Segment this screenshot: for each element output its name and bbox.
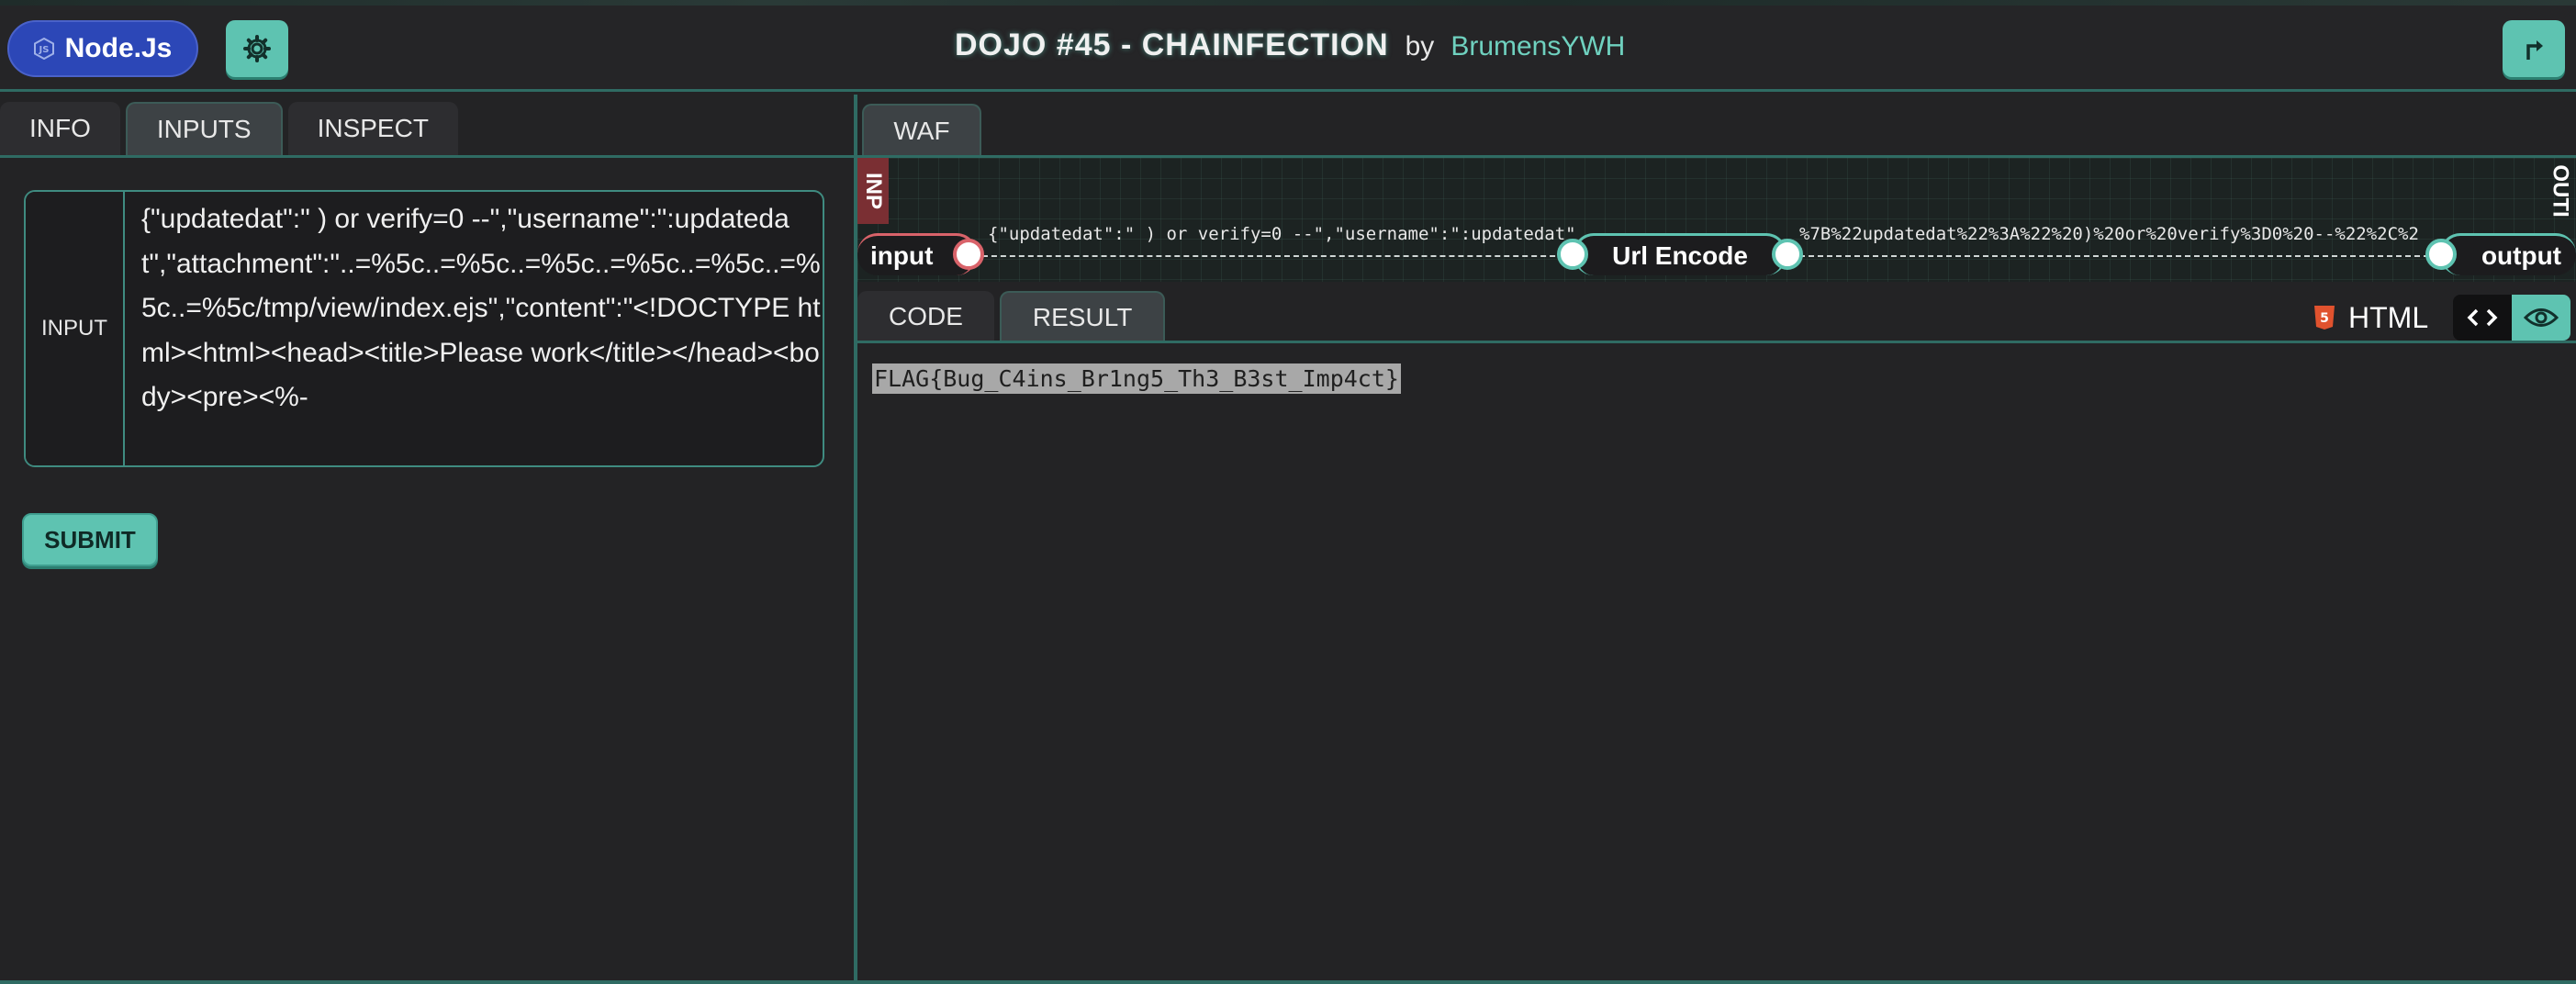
tab-inputs[interactable]: INPUTS: [125, 102, 283, 155]
tab-waf-label: WAF: [893, 117, 950, 145]
result-preview: FLAG{Bug_C4ins_Br1ng5_Th3_B3st_Imp4ct}: [857, 343, 2576, 984]
code-brackets-icon: [2467, 308, 2498, 327]
tab-waf[interactable]: WAF: [862, 104, 981, 157]
challenge-name: DOJO #45 - CHAINFECTION: [955, 28, 1389, 62]
tab-inputs-label: INPUTS: [156, 115, 252, 143]
graph-output-side-label: OUTI: [2548, 164, 2574, 218]
top-bar: JS Node.Js DOJO #45 - CHAINFECTION by Br…: [0, 0, 2576, 92]
top-accent-strip: [0, 0, 2576, 6]
graph-output-marker: OUTI: [2545, 158, 2576, 224]
tabs-divider: [0, 155, 854, 158]
submit-button[interactable]: SUBMIT: [22, 513, 158, 566]
input-out-port[interactable]: [953, 239, 984, 270]
tab-inspect[interactable]: INSPECT: [287, 102, 458, 155]
node-input-label: input: [870, 240, 934, 270]
tab-code-label: CODE: [889, 302, 963, 330]
format-indicator: 5 HTML: [2313, 295, 2428, 341]
svg-text:JS: JS: [38, 45, 49, 55]
format-label: HTML: [2348, 300, 2429, 334]
settings-button[interactable]: [226, 20, 288, 77]
node-url-encode-label: Url Encode: [1612, 240, 1748, 270]
node-output[interactable]: output: [2440, 233, 2576, 275]
view-source-toggle[interactable]: [2453, 295, 2512, 341]
author-link[interactable]: BrumensYWH: [1450, 31, 1625, 62]
runtime-badge[interactable]: JS Node.Js: [7, 20, 198, 77]
edge-input-value: {"updatedat":" ) or verify=0 --","userna…: [988, 224, 1575, 244]
html5-icon: 5: [2314, 306, 2335, 330]
share-arrow-icon: [2526, 40, 2543, 60]
waf-pipeline-graph[interactable]: INP OUTI {"updatedat":" ) or verify=0 --…: [857, 158, 2576, 282]
tab-result[interactable]: RESULT: [999, 291, 1166, 342]
left-tabs: INFO INPUTS INSPECT: [0, 102, 458, 159]
view-preview-toggle[interactable]: [2512, 295, 2570, 341]
runtime-label: Node.Js: [64, 33, 173, 63]
node-output-label: output: [2481, 240, 2561, 270]
challenge-title: DOJO #45 - CHAINFECTION by BrumensYWH: [955, 28, 1625, 68]
input-field-group: INPUT {"updatedat":" ) or verify=0 --","…: [24, 190, 824, 467]
eye-icon: [2524, 308, 2559, 327]
tab-inspect-label: INSPECT: [317, 114, 429, 142]
tab-info[interactable]: INFO: [0, 102, 120, 155]
edge-input-to-encode: [973, 255, 1583, 257]
right-panel: WAF INP OUTI {"updatedat":" ) or verify=…: [857, 95, 2576, 984]
graph-input-side-label: INP: [861, 172, 887, 210]
node-url-encode[interactable]: Url Encode: [1574, 233, 1786, 275]
bottom-border: [0, 980, 2576, 984]
edge-encode-to-output: [1781, 255, 2457, 257]
byline-prefix: by: [1405, 31, 1435, 62]
gear-icon: [243, 35, 271, 62]
tab-info-label: INFO: [29, 114, 91, 142]
output-in-port[interactable]: [2425, 239, 2457, 270]
edge-encoded-value: %7B%22updatedat%22%3A%22%20)%20or%20veri…: [1799, 224, 2419, 244]
left-panel: INFO INPUTS INSPECT INPUT {"updatedat":"…: [0, 95, 854, 984]
input-field-label: INPUT: [26, 192, 125, 465]
tab-code[interactable]: CODE: [857, 291, 994, 342]
flag-output: FLAG{Bug_C4ins_Br1ng5_Th3_B3st_Imp4ct}: [872, 363, 1401, 394]
svg-text:5: 5: [2320, 311, 2329, 326]
encode-in-port[interactable]: [1557, 239, 1588, 270]
graph-input-marker: INP: [857, 158, 889, 224]
tab-result-label: RESULT: [1032, 303, 1133, 331]
result-tabs: CODE RESULT: [857, 291, 1166, 344]
encode-out-port[interactable]: [1772, 239, 1803, 270]
payload-input[interactable]: {"updatedat":" ) or verify=0 --","userna…: [141, 197, 821, 420]
nodejs-icon: JS: [33, 38, 54, 60]
share-button[interactable]: [2503, 20, 2565, 77]
